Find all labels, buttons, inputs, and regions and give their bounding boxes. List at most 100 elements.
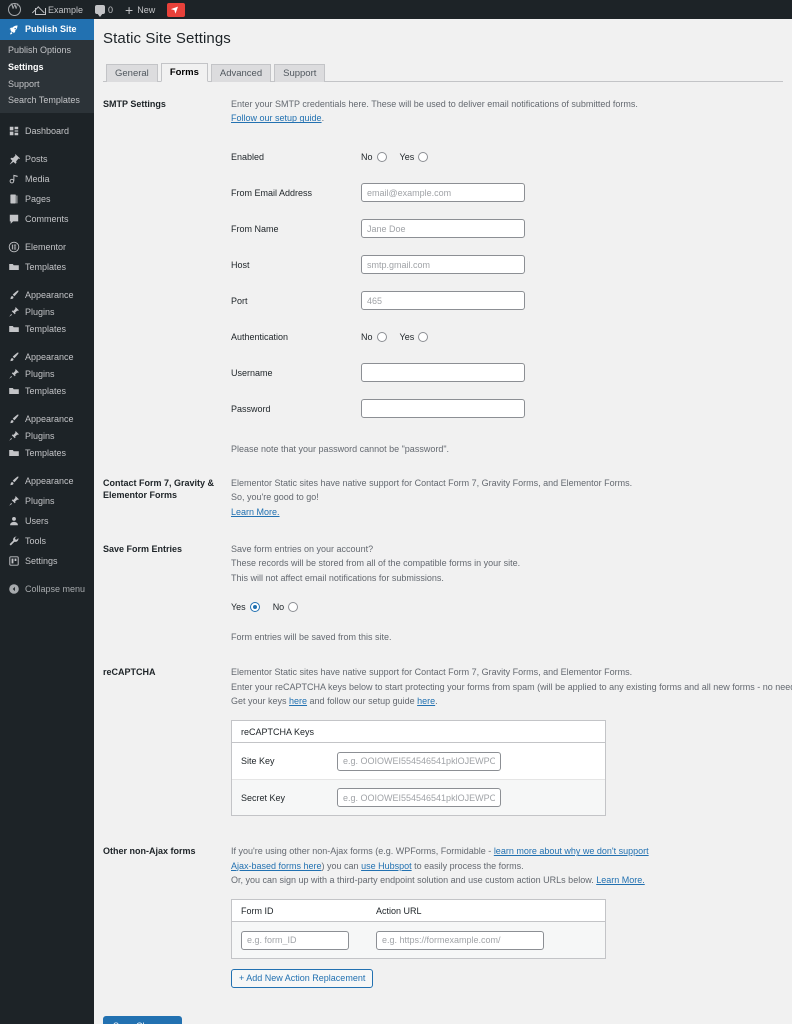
sidebar-item-appearance[interactable]: Appearance: [0, 471, 94, 491]
smtp-enabled-yes-radio[interactable]: [418, 151, 429, 162]
sidebar-item-templates[interactable]: Templates: [0, 381, 94, 401]
smtp-auth-yes-label: Yes: [399, 331, 415, 342]
sidebar-item-posts[interactable]: Posts: [0, 149, 94, 169]
sidebar-item-label: Elementor: [25, 241, 67, 252]
settings-tabs[interactable]: General Forms Advanced Support: [103, 60, 783, 82]
username-input[interactable]: [361, 363, 525, 383]
sidebar-item-tools[interactable]: Tools: [0, 531, 94, 551]
tab-support[interactable]: Support: [274, 63, 326, 82]
sidebar-item-users[interactable]: Users: [0, 511, 94, 531]
cf7-learn-more-link[interactable]: Learn More.: [231, 507, 280, 517]
use-hubspot-link[interactable]: use Hubspot: [361, 861, 412, 871]
save-entries-no-radio[interactable]: [288, 602, 299, 613]
sidebar-item-plugins[interactable]: Plugins: [0, 491, 94, 511]
sidebar-item-templates[interactable]: Templates: [0, 319, 94, 339]
sidebar-item-settings[interactable]: Settings: [0, 551, 94, 571]
recaptcha-keys-link[interactable]: here: [289, 696, 307, 706]
action-table-header-row: Form ID Action URL: [232, 900, 605, 923]
sidebar-item-appearance[interactable]: Appearance: [0, 285, 94, 305]
comments-bubble-button[interactable]: 0: [89, 0, 119, 19]
recaptcha-setup-guide-link[interactable]: here: [417, 696, 435, 706]
sidebar-item-label: Appearance: [25, 413, 74, 424]
smtp-enabled-no-option[interactable]: No: [361, 151, 387, 162]
sidebar-item-elementor[interactable]: Elementor: [0, 237, 94, 257]
save-entries-no-label: No: [272, 602, 285, 613]
tab-general[interactable]: General: [106, 63, 158, 82]
smtp-auth-yes-option[interactable]: Yes: [399, 331, 429, 342]
smtp-auth-no-option[interactable]: No: [361, 331, 387, 342]
save-entries-yes-label: Yes: [231, 602, 246, 613]
save-entries-description: Save form entries on your account? These…: [231, 542, 792, 585]
rocket-icon: [8, 24, 20, 36]
save-entries-no-option[interactable]: No: [272, 602, 299, 613]
secret-key-input[interactable]: [337, 788, 501, 808]
smtp-password-note: Please note that your password cannot be…: [231, 443, 450, 454]
sidebar-item-pages[interactable]: Pages: [0, 189, 94, 209]
non-ajax-why-link[interactable]: learn more about why we don't support: [494, 846, 649, 856]
new-content-menu[interactable]: + New: [119, 0, 161, 19]
sidebar-item-templates[interactable]: Templates: [0, 257, 94, 277]
wordpress-logo-icon: [8, 2, 21, 16]
wrench-icon: [8, 535, 20, 547]
non-ajax-forms-section: Other non-Ajax forms If you're using oth…: [94, 844, 792, 989]
tab-forms[interactable]: Forms: [160, 62, 208, 82]
sidebar-subitem-search-templates[interactable]: Search Templates: [0, 92, 94, 109]
plug-icon: [8, 430, 20, 442]
smtp-authentication-radio-group[interactable]: No Yes: [361, 331, 429, 342]
smtp-setup-guide-link[interactable]: Follow our setup guide: [231, 113, 322, 123]
sidebar-item-appearance[interactable]: Appearance: [0, 347, 94, 367]
smtp-enabled-yes-option[interactable]: Yes: [399, 151, 429, 162]
smtp-auth-no-radio[interactable]: [376, 331, 387, 342]
form-id-cell: [241, 930, 376, 950]
sidebar-subitem-settings[interactable]: Settings: [0, 59, 94, 76]
sidebar-item-label: Dashboard: [25, 125, 70, 136]
sidebar-item-collapse-menu[interactable]: Collapse menu: [0, 579, 94, 599]
form-id-input[interactable]: [241, 930, 349, 950]
wordpress-logo-button[interactable]: [0, 0, 28, 19]
brush-icon: [8, 351, 20, 363]
site-name-menu[interactable]: Example: [28, 0, 89, 19]
host-input[interactable]: [361, 255, 525, 275]
sidebar-item-label: Plugins: [25, 430, 55, 441]
save-entries-line3: This will not affect email notifications…: [231, 572, 444, 583]
sidebar-item-plugins[interactable]: Plugins: [0, 429, 94, 443]
sidebar-item-plugins[interactable]: Plugins: [0, 367, 94, 381]
save-changes-button[interactable]: Save Changes: [103, 1016, 183, 1024]
smtp-enabled-yes-label: Yes: [399, 151, 415, 162]
non-ajax-line2: Ajax-based forms here) you can use Hubsp…: [231, 859, 792, 873]
smtp-auth-yes-radio[interactable]: [418, 331, 429, 342]
sidebar-item-appearance[interactable]: Appearance: [0, 409, 94, 429]
sidebar-item-comments[interactable]: Comments: [0, 209, 94, 229]
smtp-port-label: Port: [231, 295, 248, 306]
sidebar-item-publish-site[interactable]: Publish Site: [0, 19, 94, 40]
site-key-input[interactable]: [337, 751, 501, 771]
sidebar-item-label: Publish Site: [25, 24, 77, 34]
sidebar-item-media[interactable]: Media: [0, 169, 94, 189]
from-name-input[interactable]: [361, 219, 525, 239]
non-ajax-forms-here-link[interactable]: Ajax-based forms here: [231, 861, 322, 871]
action-url-input[interactable]: [376, 930, 544, 950]
sidebar-subitem-support[interactable]: Support: [0, 76, 94, 93]
sidebar-subitem-publish-options[interactable]: Publish Options: [0, 42, 94, 59]
save-entries-yes-radio[interactable]: [249, 602, 260, 613]
smtp-enabled-no-radio[interactable]: [376, 151, 387, 162]
port-input[interactable]: [361, 291, 525, 311]
sidebar-item-plugins[interactable]: Plugins: [0, 305, 94, 319]
sidebar-item-templates[interactable]: Templates: [0, 443, 94, 463]
sidebar-item-dashboard[interactable]: Dashboard: [0, 121, 94, 141]
smtp-from-email-label: From Email Address: [231, 187, 313, 198]
from-email-input[interactable]: [361, 183, 525, 203]
publish-site-adminbar-button[interactable]: ➤: [161, 0, 191, 19]
save-entries-radio-group[interactable]: Yes No: [231, 602, 792, 613]
save-entries-line1: Save form entries on your account?: [231, 543, 374, 554]
password-input[interactable]: [361, 399, 525, 419]
smtp-section-label: SMTP Settings: [103, 99, 166, 109]
tab-advanced[interactable]: Advanced: [210, 63, 272, 82]
smtp-enabled-radio-group[interactable]: No Yes: [361, 151, 429, 162]
add-new-action-replacement-button[interactable]: + Add New Action Replacement: [231, 969, 374, 989]
sidebar-separator: [0, 571, 94, 579]
non-ajax-learn-more-link[interactable]: Learn More.: [596, 875, 645, 885]
admin-sidebar[interactable]: Publish Site Publish Options Settings Su…: [0, 19, 94, 1024]
save-entries-yes-option[interactable]: Yes: [231, 602, 260, 613]
smtp-authentication-row: Authentication No Yes: [231, 328, 792, 346]
